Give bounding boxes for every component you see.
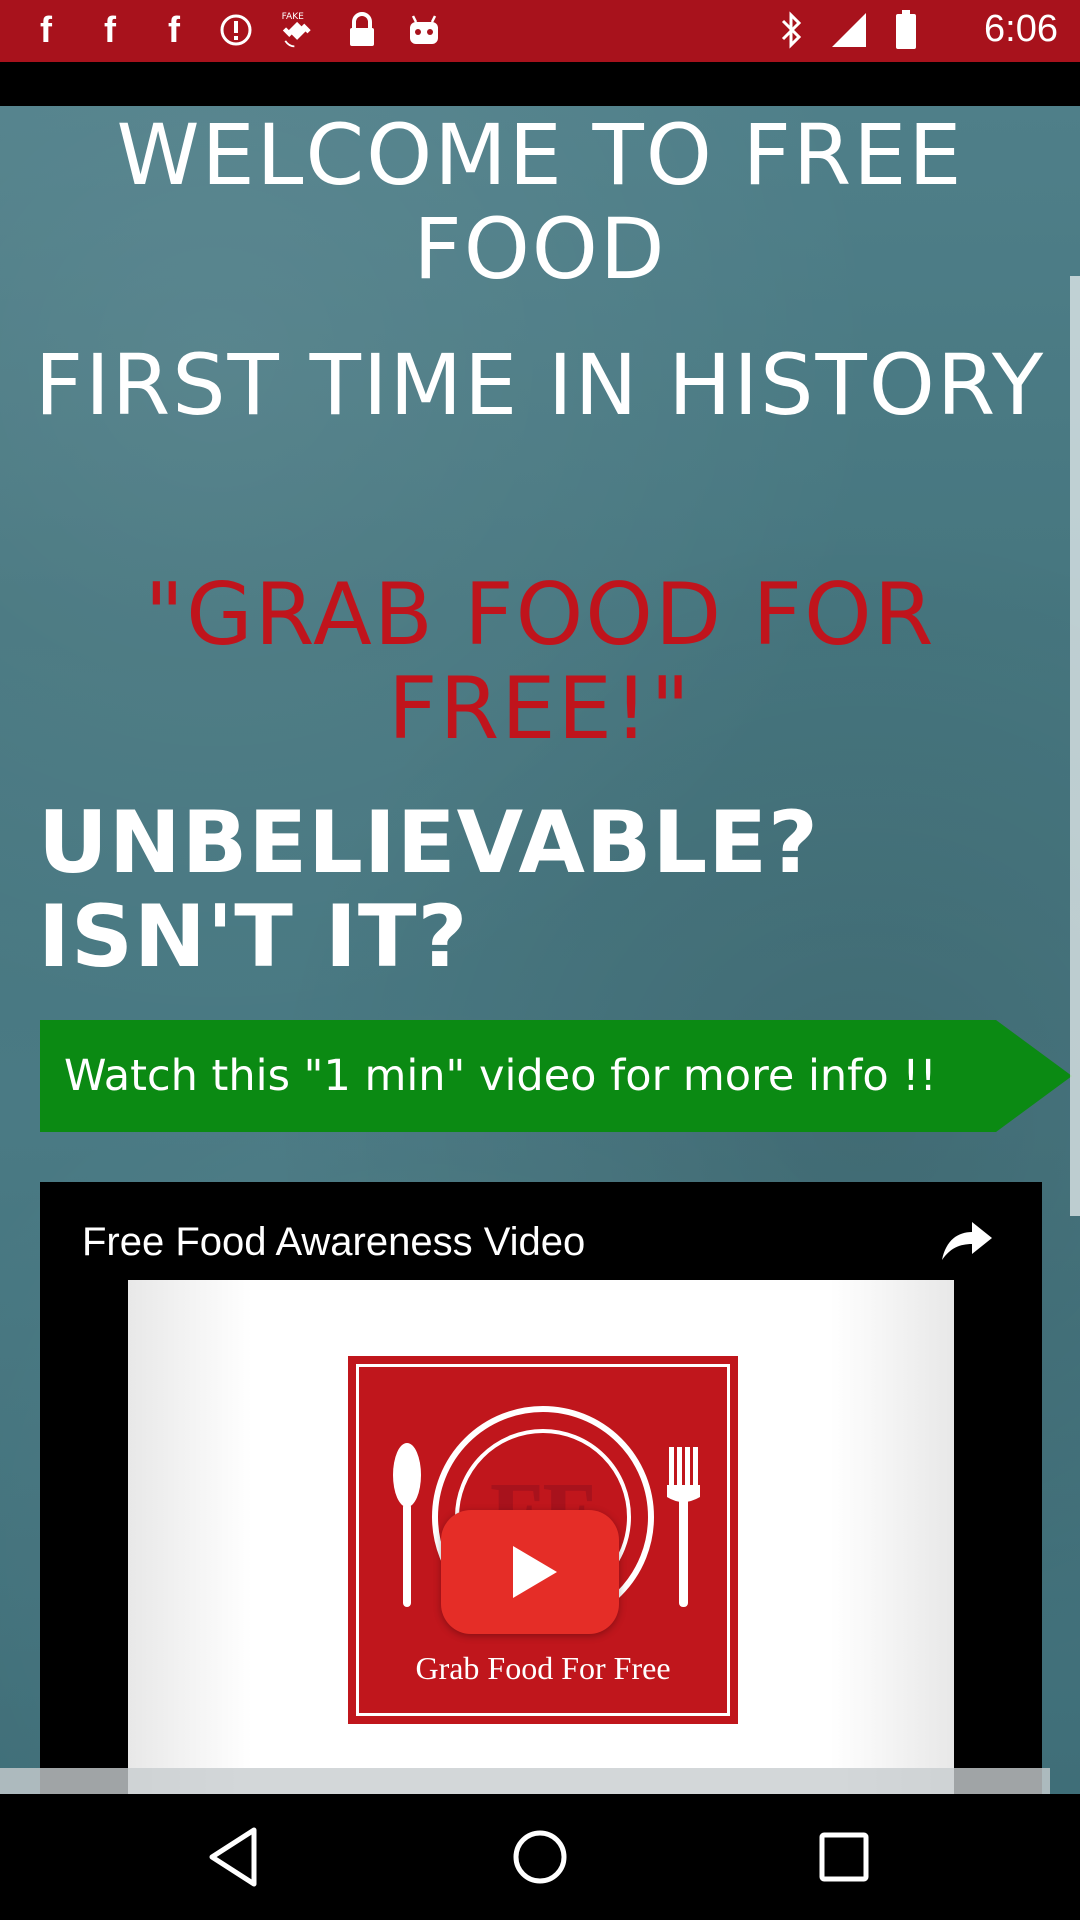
play-icon[interactable] xyxy=(441,1510,619,1634)
facebook-icon: f xyxy=(104,9,116,50)
main-content[interactable]: WELCOME TO FREE FOOD FIRST TIME IN HISTO… xyxy=(0,106,1080,1794)
android-icon xyxy=(404,10,444,50)
unbelievable-heading: UNBELIEVABLE? ISN'T IT? xyxy=(38,796,1038,984)
share-icon[interactable] xyxy=(936,1216,996,1266)
unbelievable-line-1: UNBELIEVABLE? xyxy=(38,793,819,893)
facebook-icon: f xyxy=(40,9,52,50)
banner-arrow xyxy=(996,1020,1072,1132)
welcome-heading: WELCOME TO FREE FOOD xyxy=(116,106,964,298)
video-thumbnail[interactable]: FF Grab Food For Free xyxy=(128,1280,954,1794)
navigation-bar xyxy=(0,1794,1080,1920)
scrollbar[interactable] xyxy=(1070,276,1080,1216)
back-icon[interactable] xyxy=(196,1820,276,1894)
bluetooth-icon xyxy=(772,10,812,50)
video-info-banner: Watch this "1 min" video for more info !… xyxy=(40,1020,996,1132)
facebook-icon: f xyxy=(168,9,180,50)
video-player[interactable]: Free Food Awareness Video FF xyxy=(40,1182,1042,1794)
battery-icon xyxy=(886,10,926,50)
video-title[interactable]: Free Food Awareness Video xyxy=(82,1220,585,1265)
status-time: 6:06 xyxy=(984,8,1058,50)
home-icon[interactable] xyxy=(500,1820,580,1894)
status-bar: f f f FAKE 6:06 xyxy=(0,0,1080,62)
svg-text:FAKE: FAKE xyxy=(282,12,305,22)
grab-food-heading: "GRAB FOOD FOR FREE!" xyxy=(144,565,936,759)
lock-icon xyxy=(342,10,382,50)
unbelievable-line-2: ISN'T IT? xyxy=(38,887,469,987)
signal-icon xyxy=(830,10,870,50)
recents-icon[interactable] xyxy=(804,1820,884,1894)
thumbnail-caption: Grab Food For Free xyxy=(415,1650,671,1686)
alert-icon xyxy=(216,10,256,50)
bottom-overlay-strip xyxy=(0,1768,1050,1794)
fake-gps-icon: FAKE xyxy=(278,10,318,50)
first-time-heading: FIRST TIME IN HISTORY xyxy=(34,336,1046,434)
app-toolbar xyxy=(0,62,1080,106)
